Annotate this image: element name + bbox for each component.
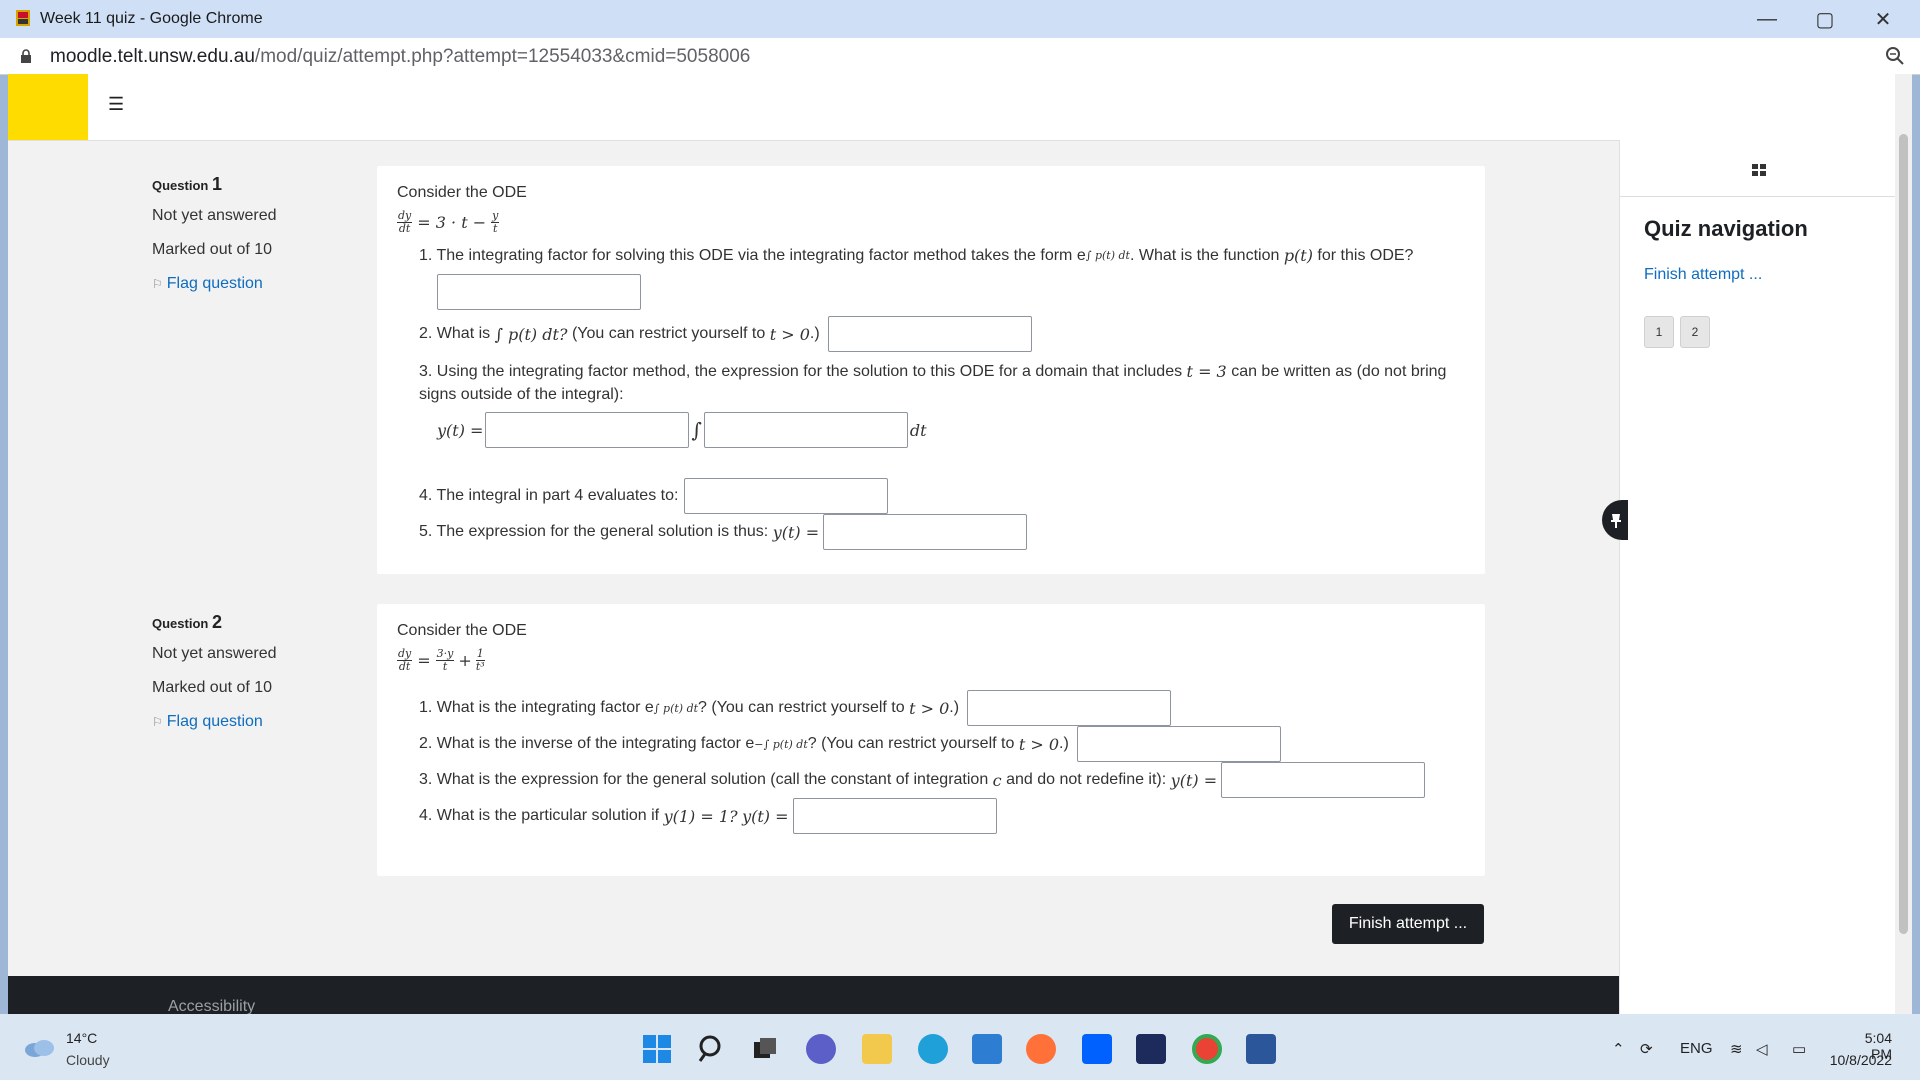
chrome-icon[interactable] — [1192, 1034, 1222, 1064]
dropbox-icon[interactable] — [1082, 1034, 1112, 1064]
q2-part4: 4. What is the particular solution if y(… — [419, 798, 997, 834]
q2-part3-input[interactable] — [1221, 762, 1426, 798]
question-1-info: Question 1 Not yet answered Marked out o… — [152, 174, 352, 293]
flag-icon: ⚐ — [152, 277, 163, 291]
windows-taskbar: 14°C Cloudy ⌃ ⟳ ENG ≋ ◁ ▭ 5:04 PM 10/8/2… — [0, 1014, 1920, 1080]
q1-part5: 5. The expression for the general soluti… — [419, 514, 1028, 550]
microsoft-store-icon[interactable] — [972, 1034, 1002, 1064]
flag-question-link[interactable]: ⚐ Flag question — [152, 713, 352, 731]
sync-icon[interactable]: ⟳ — [1640, 1040, 1653, 1058]
question-number: Question 2 — [152, 612, 222, 632]
close-window-button[interactable]: ✕ — [1854, 0, 1912, 38]
volume-icon[interactable]: ◁ — [1756, 1040, 1768, 1058]
moodle-page: ☰ Question 1 Not yet answered Marked out… — [8, 74, 1912, 1014]
window-title-bar: Week 11 quiz - Google Chrome — ▢ ✕ — [0, 0, 1920, 38]
q1-part2-input[interactable] — [827, 316, 1032, 352]
accessibility-link[interactable]: Accessibility — [168, 998, 255, 1014]
q1-part3-input-a[interactable] — [485, 412, 690, 448]
dy-dt-fraction: dy dt — [397, 209, 413, 235]
block-grid-icon[interactable] — [1752, 164, 1766, 176]
q1-part5-input[interactable] — [823, 514, 1028, 550]
search-icon[interactable] — [697, 1034, 727, 1064]
question-state: Not yet answered — [152, 207, 277, 224]
question-state: Not yet answered — [152, 645, 277, 662]
lock-icon — [21, 49, 31, 63]
question-marks: Marked out of 10 — [152, 241, 273, 258]
scrollbar-thumb[interactable] — [1899, 134, 1908, 934]
question-number: Question 1 — [152, 174, 222, 194]
weather-temperature: 14°C — [66, 1030, 98, 1046]
minimize-button[interactable]: — — [1738, 0, 1796, 38]
chevron-up-icon[interactable]: ⌃ — [1612, 1040, 1625, 1058]
question-2-info: Question 2 Not yet answered Marked out o… — [152, 612, 352, 731]
q1-part1: 1. The integrating factor for solving th… — [419, 246, 1414, 265]
clock-date: 10/8/2022 — [1829, 1052, 1892, 1068]
finish-attempt-link[interactable]: Finish attempt ... — [1644, 266, 1762, 284]
q2-part2: 2. What is the inverse of the integratin… — [419, 726, 1281, 762]
q1-part3-answer: y(t) = ∫ dt — [437, 412, 927, 448]
top-navbar: ☰ — [8, 74, 1912, 141]
task-view-icon[interactable] — [752, 1036, 778, 1062]
zoom-icon[interactable] — [1884, 45, 1906, 67]
unsw-logo[interactable] — [8, 74, 88, 140]
url-host: moodle.telt.unsw.edu.au — [50, 46, 255, 67]
drawer-divider — [1620, 196, 1896, 197]
y-over-t-fraction: yt — [491, 209, 500, 235]
finish-attempt-button[interactable]: Finish attempt ... — [1332, 904, 1484, 944]
q1-part3: 3. Using the integrating factor method, … — [419, 362, 1447, 381]
q1-part2: 2. What is ∫ p(t) dt? (You can restrict … — [419, 316, 1032, 352]
question-2-intro: Consider the ODE — [397, 622, 527, 639]
weather-condition: Cloudy — [66, 1052, 110, 1068]
question-1-ode: dy dt = 3 · t − yt — [397, 209, 500, 235]
url-path: /mod/quiz/attempt.php?attempt=12554033&c… — [254, 46, 751, 67]
question-2-card: Consider the ODE dy dt = 3·y t + 1 t³ 1. Wh… — [377, 604, 1485, 876]
language-indicator[interactable]: ENG — [1680, 1040, 1713, 1057]
teams-chat-icon[interactable] — [806, 1034, 836, 1064]
cloud-icon — [25, 1040, 54, 1057]
firefox-icon[interactable] — [1026, 1034, 1056, 1064]
quiz-navigation-title: Quiz navigation — [1644, 216, 1808, 241]
flag-question-link[interactable]: ⚐ Flag question — [152, 275, 352, 293]
maximize-button[interactable]: ▢ — [1796, 0, 1854, 38]
quiz-nav-button-2[interactable]: 2 — [1680, 316, 1710, 348]
wifi-icon[interactable]: ≋ — [1730, 1040, 1743, 1058]
3y-over-t-fraction: 3·y t — [435, 647, 455, 673]
question-marks: Marked out of 10 — [152, 679, 273, 696]
q1-part3-input-b[interactable] — [703, 412, 908, 448]
word-icon[interactable] — [1246, 1034, 1276, 1064]
windows-start-icon[interactable] — [642, 1034, 672, 1064]
window-title: Week 11 quiz - Google Chrome — [40, 10, 263, 27]
q2-part1-input[interactable] — [967, 690, 1172, 726]
page-scrollbar[interactable] — [1895, 74, 1912, 1014]
menu-icon[interactable]: ☰ — [108, 94, 124, 115]
quiz-navigation-drawer: Quiz navigation Finish attempt ... 1 2 — [1619, 140, 1896, 1014]
dy-dt-fraction: dy dt — [397, 647, 413, 673]
app-icon[interactable] — [1136, 1034, 1166, 1064]
one-over-t3-fraction: 1 t³ — [475, 647, 485, 673]
quiz-nav-button-1[interactable]: 1 — [1644, 316, 1674, 348]
question-1-card: Consider the ODE dy dt = 3 · t − yt 1. Th… — [377, 166, 1485, 574]
url-text[interactable]: moodle.telt.unsw.edu.au/mod/quiz/attempt… — [50, 46, 750, 68]
flag-icon: ⚐ — [152, 715, 163, 729]
battery-icon[interactable]: ▭ — [1792, 1040, 1806, 1058]
q1-part3-line2: signs outside of the integral): — [419, 386, 624, 403]
edge-browser-icon[interactable] — [918, 1034, 948, 1064]
q2-part1: 1. What is the integrating factor e ∫ p(t… — [419, 690, 1172, 726]
q2-part2-input[interactable] — [1076, 726, 1281, 762]
question-2-ode: dy dt = 3·y t + 1 t³ — [397, 647, 485, 673]
page-footer: Accessibility — [8, 976, 1619, 1014]
unsw-favicon-icon — [16, 10, 30, 26]
drawer-toggle-pin-icon[interactable] — [1602, 500, 1628, 540]
address-bar[interactable]: moodle.telt.unsw.edu.au/mod/quiz/attempt… — [0, 38, 1920, 75]
q2-part3: 3. What is the expression for the genera… — [419, 762, 1426, 798]
q1-part4: 4. The integral in part 4 evaluates to: — [419, 478, 889, 514]
q2-part4-input[interactable] — [792, 798, 997, 834]
question-1-intro: Consider the ODE — [397, 184, 527, 201]
q1-part4-input[interactable] — [684, 478, 889, 514]
q1-part1-input[interactable] — [437, 274, 641, 310]
file-explorer-icon[interactable] — [862, 1034, 892, 1064]
